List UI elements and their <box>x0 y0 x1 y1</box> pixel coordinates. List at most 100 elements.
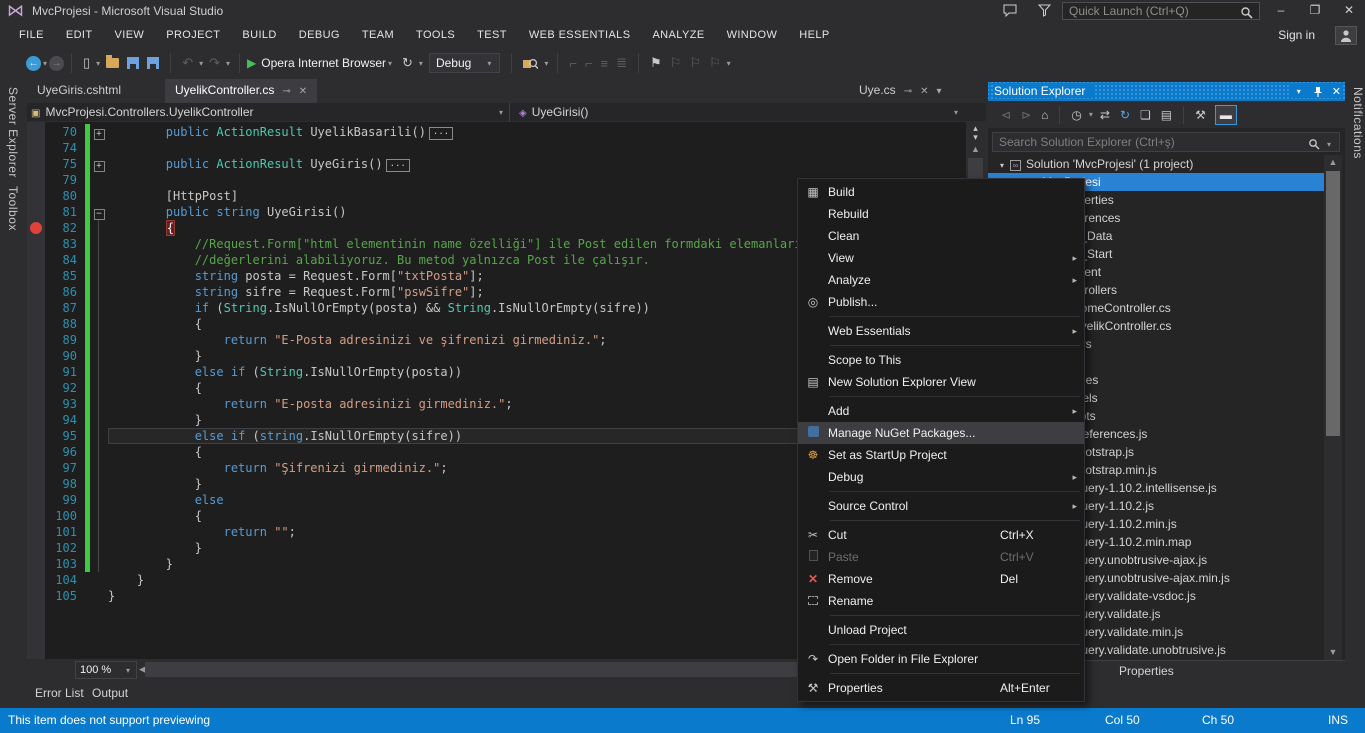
error-list-tab[interactable]: Error List <box>35 686 84 700</box>
refresh-dropdown-icon[interactable]: ▾ <box>419 59 423 68</box>
collapse-all-icon[interactable]: ❏ <box>1140 108 1151 122</box>
collapse-region-icon[interactable]: − <box>94 209 105 220</box>
menu-test[interactable]: TEST <box>466 25 518 45</box>
menu-project[interactable]: PROJECT <box>155 25 231 45</box>
restore-button[interactable]: ❐ <box>1300 0 1330 20</box>
folding-margin[interactable]: − <box>90 204 108 220</box>
sync-with-active-document-icon[interactable]: ⇄ <box>1100 108 1110 122</box>
notifications-tab[interactable]: Notifications <box>1351 87 1365 159</box>
browser-select-button[interactable]: Opera Internet Browser <box>261 56 386 70</box>
context-menu-item-remove[interactable]: ✕RemoveDel <box>798 568 1084 590</box>
filter-dropdown-icon[interactable]: ▾ <box>1089 110 1093 119</box>
forward-icon[interactable]: ⊳ <box>1021 108 1031 122</box>
tab-uye-cs[interactable]: Uye.cs⊸✕▾ <box>849 79 952 103</box>
tab-uyelikcontroller-cs[interactable]: UyelikController.cs⊸✕ <box>165 79 317 103</box>
increase-indent-icon[interactable]: ≣ <box>616 55 627 71</box>
menu-edit[interactable]: EDIT <box>55 25 104 45</box>
member-dropdown-caret-icon[interactable]: ▾ <box>954 108 958 117</box>
context-menu-item-debug[interactable]: Debug▸ <box>798 466 1084 488</box>
menu-team[interactable]: TEAM <box>351 25 405 45</box>
menu-debug[interactable]: DEBUG <box>288 25 351 45</box>
expand-region-icon[interactable]: + <box>94 161 105 172</box>
context-menu-item-web-essentials[interactable]: Web Essentials▸ <box>798 320 1084 342</box>
menu-tools[interactable]: TOOLS <box>405 25 466 45</box>
type-dropdown[interactable]: ▣MvcProjesi.Controllers.UyelikController <box>31 105 254 119</box>
collapsed-region-box[interactable]: ... <box>386 159 410 172</box>
redo-dropdown-icon[interactable]: ▾ <box>226 59 230 68</box>
back-icon[interactable]: ⊲ <box>1001 108 1011 122</box>
new-file-icon[interactable]: ▯ <box>83 55 90 71</box>
context-menu-item-properties[interactable]: ⚒PropertiesAlt+Enter <box>798 677 1084 699</box>
context-menu-item-source-control[interactable]: Source Control▸ <box>798 495 1084 517</box>
collapsed-region-box[interactable]: ... <box>429 127 453 140</box>
redo-icon[interactable]: ↷ <box>209 55 220 71</box>
context-menu-item-new-solution-explorer-view[interactable]: ▤New Solution Explorer View <box>798 371 1084 393</box>
split-window-handle[interactable]: ▴▾ <box>968 124 983 142</box>
context-menu-item-scope-to-this[interactable]: Scope to This <box>798 349 1084 371</box>
code-line-70[interactable]: 70+ public ActionResult UyelikBasarili()… <box>27 124 966 140</box>
output-tab[interactable]: Output <box>92 686 128 700</box>
context-menu-item-set-as-startup-project[interactable]: ☸Set as StartUp Project <box>798 444 1084 466</box>
minimize-button[interactable]: – <box>1266 0 1296 20</box>
start-debug-play-icon[interactable]: ▶ <box>247 56 256 70</box>
tree-item-solution-mvcprojesi-1-project[interactable]: ▾∞Solution 'MvcProjesi' (1 project) <box>988 155 1324 173</box>
sign-in-link[interactable]: Sign in <box>1278 28 1315 42</box>
close-tab-icon[interactable]: ✕ <box>920 86 928 97</box>
tab-uyegiris-cshtml[interactable]: UyeGiris.cshtml <box>27 79 131 103</box>
open-file-icon[interactable] <box>106 58 119 68</box>
next-bookmark-icon[interactable]: ⚐ <box>689 55 701 71</box>
previous-bookmark-icon[interactable]: ⚐ <box>670 55 682 71</box>
code-line-75[interactable]: 75+ public ActionResult UyeGiris()... <box>27 156 966 172</box>
scroll-up-icon[interactable]: ▲ <box>1326 157 1340 167</box>
context-menu-item-manage-nuget-packages[interactable]: Manage NuGet Packages... <box>798 422 1084 444</box>
search-options-dropdown-icon[interactable]: ▾ <box>1327 140 1331 149</box>
close-tab-icon[interactable]: ✕ <box>299 86 307 97</box>
context-menu-item-open-folder-in-file-explorer[interactable]: ↷Open Folder in File Explorer <box>798 648 1084 670</box>
zoom-level-select[interactable]: 100 %▾ <box>75 661 137 679</box>
save-all-icon[interactable] <box>147 57 159 69</box>
browser-select-dropdown-icon[interactable]: ▾ <box>388 59 392 68</box>
context-menu-item-unload-project[interactable]: Unload Project <box>798 619 1084 641</box>
context-menu-item-analyze[interactable]: Analyze▸ <box>798 269 1084 291</box>
properties-wrench-icon[interactable]: ⚒ <box>1195 108 1206 122</box>
context-menu-item-add[interactable]: Add▸ <box>798 400 1084 422</box>
bookmark-icon[interactable]: ⚑ <box>650 55 662 71</box>
window-position-dropdown-icon[interactable]: ▾ <box>1297 87 1301 96</box>
context-menu-item-view[interactable]: View▸ <box>798 247 1084 269</box>
comment-out-icon[interactable]: ⌐ <box>569 56 577 71</box>
tab-list-dropdown-icon[interactable]: ▾ <box>936 86 941 97</box>
menu-view[interactable]: VIEW <box>104 25 156 45</box>
context-menu-item-rename[interactable]: Rename <box>798 590 1084 612</box>
account-person-icon[interactable] <box>1335 26 1357 45</box>
preview-selected-items-toggle[interactable]: ▬ <box>1215 105 1237 125</box>
pin-icon[interactable] <box>1313 84 1322 98</box>
close-button[interactable]: ✕ <box>1334 0 1364 20</box>
uncomment-icon[interactable]: ⌐ <box>585 56 593 71</box>
undo-dropdown-icon[interactable]: ▾ <box>199 59 203 68</box>
server-explorer-tab[interactable]: Server Explorer <box>6 87 20 178</box>
scrollbar-thumb[interactable] <box>1326 171 1340 436</box>
solution-explorer-title-bar[interactable]: Solution Explorer ▾ ✕ <box>988 82 1345 101</box>
refresh-icon[interactable]: ↻ <box>402 55 413 71</box>
menu-file[interactable]: FILE <box>8 25 55 45</box>
context-menu-item-clean[interactable]: Clean <box>798 225 1084 247</box>
folding-margin[interactable]: + <box>90 156 108 172</box>
feedback-icon[interactable] <box>1003 3 1017 17</box>
menu-build[interactable]: BUILD <box>231 25 287 45</box>
close-panel-icon[interactable]: ✕ <box>1332 85 1341 98</box>
context-menu-item-rebuild[interactable]: Rebuild <box>798 203 1084 225</box>
pin-icon[interactable]: ⊸ <box>904 86 912 97</box>
scroll-down-icon[interactable]: ▼ <box>1326 647 1340 657</box>
navigate-back-icon[interactable]: ← <box>26 56 41 71</box>
show-all-files-icon[interactable]: ▤ <box>1161 108 1172 122</box>
filter-funnel-icon[interactable] <box>1038 3 1051 17</box>
context-menu-item-publish[interactable]: ◎Publish... <box>798 291 1084 313</box>
save-icon[interactable] <box>127 57 139 69</box>
home-icon[interactable]: ⌂ <box>1041 108 1048 122</box>
solution-explorer-search-input[interactable]: Search Solution Explorer (Ctrl+ş) <box>992 132 1340 152</box>
scroll-up-icon[interactable]: ▲ <box>968 144 983 154</box>
clear-bookmarks-icon[interactable]: ⚐ <box>709 55 721 71</box>
quick-launch-search-icon[interactable] <box>1240 4 1253 22</box>
solution-explorer-scrollbar[interactable]: ▲ ▼ <box>1324 155 1342 660</box>
member-dropdown[interactable]: ◈UyeGirisi() <box>519 105 588 119</box>
